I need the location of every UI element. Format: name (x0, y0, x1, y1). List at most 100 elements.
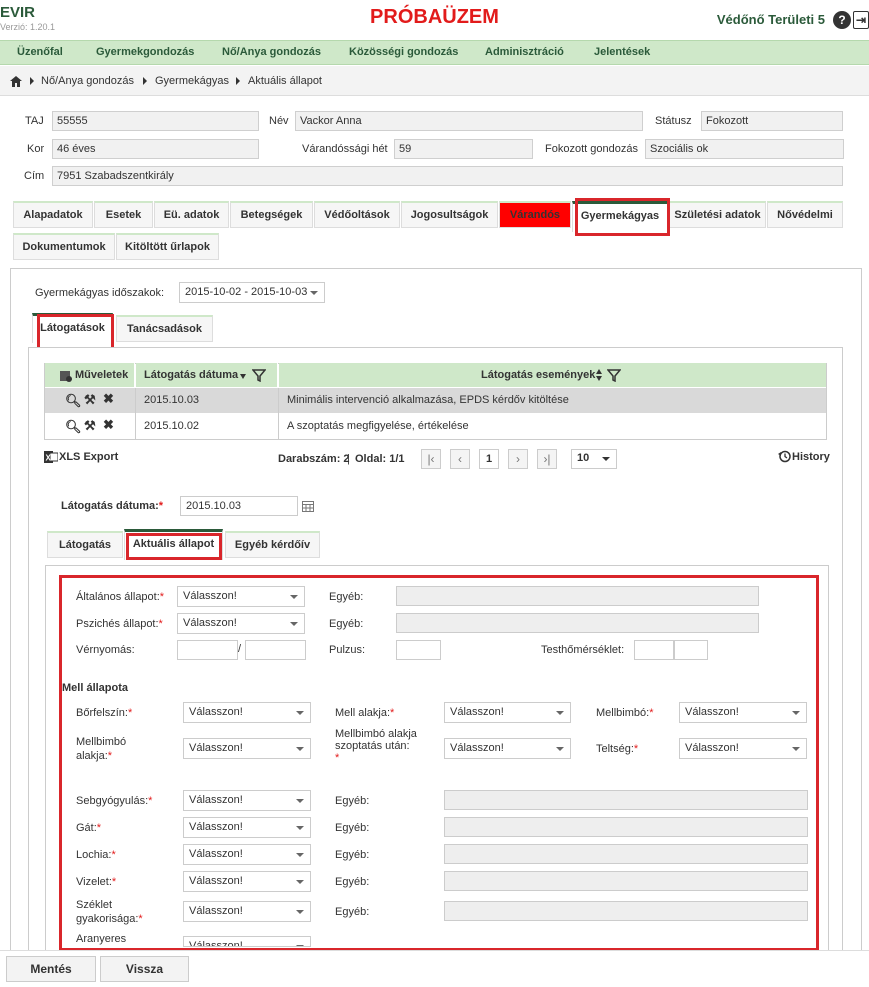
varandossagi-het-label: Várandóssági hét (302, 143, 388, 155)
page-info: Oldal: 1/1 (355, 453, 405, 465)
status-label: Státusz (655, 115, 692, 127)
xls-export-label: XLS Export (59, 451, 119, 463)
nav-no-anya-gondozas[interactable]: Nő/Anya gondozás (222, 46, 321, 58)
kor-field: 46 éves (52, 139, 259, 159)
subtab-tanacsadasok[interactable]: Tanácsadások (116, 315, 213, 342)
row-event: Minimális intervenció alkalmazása, EPDS … (287, 394, 569, 406)
periods-label: Gyermekágyas időszakok: (35, 287, 164, 299)
record-count: Darabszám: 2 (278, 453, 350, 465)
filter-icon[interactable] (607, 368, 621, 382)
visit-tab-egyeb-kerdoiv[interactable]: Egyéb kérdőív (225, 531, 320, 558)
tab-novedelmi[interactable]: Nővédelmi (767, 201, 843, 228)
svg-text:X: X (46, 454, 52, 463)
delete-icon[interactable]: ✖ (103, 417, 114, 433)
breadcrumb: Nő/Anya gondozás Gyermekágyas Aktuális á… (0, 66, 869, 96)
edit-tools-icon[interactable]: ⚒ (84, 392, 96, 408)
taj-field: 55555 (52, 111, 259, 131)
sort-icon (596, 376, 602, 381)
main-navigation: Üzenőfal Gyermekgondozás Nő/Anya gondozá… (0, 40, 869, 65)
cim-field: 7951 Szabadszentkirály (52, 166, 843, 186)
tab-alapadatok[interactable]: Alapadatok (13, 201, 93, 228)
filter-icon[interactable] (252, 368, 266, 382)
highlight-box (37, 314, 114, 350)
status-field: Fokozott (701, 111, 843, 131)
cim-label: Cím (24, 170, 45, 182)
last-page-icon[interactable]: ›| (537, 449, 557, 469)
nev-label: Név (269, 115, 289, 127)
breadcrumb-aktualis-allapot: Aktuális állapot (248, 75, 322, 87)
pager-separator: | (347, 453, 350, 465)
breadcrumb-gyermekagyas[interactable]: Gyermekágyas (155, 75, 229, 87)
sort-desc-icon[interactable] (240, 374, 246, 379)
help-icon[interactable]: ? (833, 11, 851, 29)
user-name[interactable]: Védőnő Területi 5 (717, 12, 825, 27)
page-size-select[interactable]: 10 (571, 449, 617, 469)
search-icon[interactable]: 🔍︎ (65, 393, 82, 409)
home-icon[interactable] (10, 76, 22, 87)
nav-adminisztracio[interactable]: Adminisztráció (485, 46, 564, 58)
visit-date-label: Látogatás dátuma:* (61, 500, 164, 512)
highlight-box (126, 533, 222, 560)
breadcrumb-no-anya[interactable]: Nő/Anya gondozás (41, 75, 134, 87)
tab-szuletesi-adatok[interactable]: Születési adatok (669, 201, 766, 228)
tab-vedooltasok[interactable]: Védőoltások (314, 201, 400, 228)
col-label-datuma: Látogatás dátuma (144, 369, 239, 381)
nev-field: Vackor Anna (295, 111, 643, 131)
calendar-icon[interactable] (302, 500, 314, 512)
sort-icon[interactable] (596, 369, 602, 374)
edit-tools-icon[interactable]: ⚒ (84, 418, 96, 434)
save-button[interactable]: Mentés (6, 956, 96, 982)
column-divider (135, 388, 136, 439)
top-bar: EVIR Verzió: 1.20.1 PRÓBAÜZEM Védőnő Ter… (0, 0, 869, 40)
col-label-esemenyek: Látogatás események (481, 369, 596, 381)
col-header-latogatas-esemenyek[interactable]: Látogatás események (279, 363, 826, 387)
first-page-icon[interactable]: |‹ (421, 449, 441, 469)
page-size-value: 10 (577, 452, 590, 464)
chevron-down-icon (310, 291, 318, 295)
row-date: 2015.10.02 (144, 420, 200, 432)
visit-tab-latogatas[interactable]: Látogatás (47, 531, 123, 558)
settings-icon (60, 371, 72, 382)
breadcrumb-separator-icon (30, 77, 34, 85)
taj-label: TAJ (25, 115, 44, 127)
history-label: History (792, 451, 830, 463)
logout-icon[interactable]: ⇥ (853, 11, 869, 29)
col-header-latogatas-datuma[interactable]: Látogatás dátuma (136, 363, 278, 387)
breadcrumb-separator-icon (236, 77, 240, 85)
tab-eu-adatok[interactable]: Eü. adatok (154, 201, 229, 228)
tab-betegsegek[interactable]: Betegségek (230, 201, 313, 228)
nav-uzenofal[interactable]: Üzenőfal (17, 46, 63, 58)
back-button[interactable]: Vissza (100, 956, 189, 982)
col-header-muveletek: Műveletek (45, 363, 135, 387)
tab-varandos[interactable]: Várandós (499, 201, 571, 228)
next-page-icon[interactable]: › (508, 449, 528, 469)
current-page-button[interactable]: 1 (479, 449, 499, 469)
search-icon[interactable]: 🔍︎ (65, 419, 82, 435)
visit-date-input[interactable]: 2015.10.03 (180, 496, 298, 516)
tab-kitoltott-urlapok[interactable]: Kitöltött űrlapok (116, 233, 219, 260)
highlight-box (575, 198, 670, 236)
tab-dokumentumok[interactable]: Dokumentumok (13, 233, 115, 260)
nav-jelentesek[interactable]: Jelentések (594, 46, 650, 58)
tab-jogosultsagok[interactable]: Jogosultságok (401, 201, 498, 228)
nav-gyermekgondozas[interactable]: Gyermekgondozás (96, 46, 194, 58)
excel-icon: X (44, 451, 58, 463)
col-label-muveletek: Műveletek (75, 369, 129, 381)
kor-label: Kor (27, 143, 45, 155)
prev-page-icon[interactable]: ‹ (450, 449, 470, 469)
chevron-down-icon (602, 457, 610, 461)
highlight-box (59, 575, 819, 951)
fokozott-gondozas-label: Fokozott gondozás (545, 143, 638, 155)
delete-icon[interactable]: ✖ (103, 391, 114, 407)
nav-kozossegi-gondozas[interactable]: Közösségi gondozás (349, 46, 458, 58)
breadcrumb-separator-icon (143, 77, 147, 85)
column-divider (278, 388, 279, 439)
row-date: 2015.10.03 (144, 394, 200, 406)
periods-select[interactable]: 2015-10-02 - 2015-10-03 (179, 282, 325, 303)
fokozott-gondozas-field: Szociális ok (645, 139, 844, 159)
row-event: A szoptatás megfigyelése, értékelése (287, 420, 469, 432)
varandossagi-het-field: 59 (394, 139, 533, 159)
tab-esetek[interactable]: Esetek (94, 201, 153, 228)
table-row[interactable]: 🔍︎ ⚒ ✖ 2015.10.02 A szoptatás megfigyelé… (45, 414, 826, 439)
table-row[interactable]: 🔍︎ ⚒ ✖ 2015.10.03 Minimális intervenció … (45, 388, 826, 413)
